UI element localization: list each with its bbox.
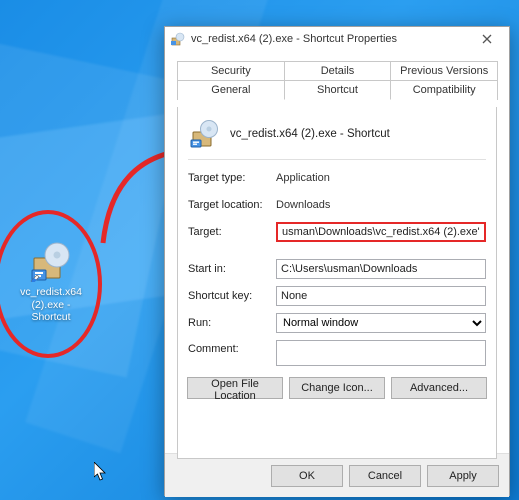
apply-button[interactable]: Apply bbox=[427, 465, 499, 487]
shortcutkey-label: Shortcut key: bbox=[188, 290, 276, 302]
target-type-value: Application bbox=[276, 172, 486, 184]
target-location-label: Target location: bbox=[188, 199, 276, 211]
installer-icon bbox=[190, 119, 220, 149]
change-icon-button[interactable]: Change Icon... bbox=[289, 377, 385, 399]
target-type-label: Target type: bbox=[188, 172, 276, 184]
target-input[interactable] bbox=[276, 222, 486, 242]
installer-icon bbox=[171, 32, 185, 46]
desktop-shortcut-icon[interactable]: vc_redist.x64 (2).exe - Shortcut bbox=[16, 240, 86, 324]
mouse-cursor-icon bbox=[94, 462, 108, 482]
comment-label: Comment: bbox=[188, 340, 276, 355]
dialog-title: vc_redist.x64 (2).exe - Shortcut Propert… bbox=[191, 33, 467, 45]
close-button[interactable] bbox=[467, 28, 507, 50]
advanced-button[interactable]: Advanced... bbox=[391, 377, 487, 399]
desktop-shortcut-label: vc_redist.x64 (2).exe - Shortcut bbox=[20, 286, 82, 323]
startin-label: Start in: bbox=[188, 263, 276, 275]
dialog-footer: OK Cancel Apply bbox=[165, 453, 509, 497]
dialog-titlebar[interactable]: vc_redist.x64 (2).exe - Shortcut Propert… bbox=[165, 27, 509, 51]
ok-button[interactable]: OK bbox=[271, 465, 343, 487]
target-label: Target: bbox=[188, 226, 276, 238]
tab-compatibility[interactable]: Compatibility bbox=[390, 80, 498, 100]
startin-input[interactable] bbox=[276, 259, 486, 279]
cancel-button[interactable]: Cancel bbox=[349, 465, 421, 487]
run-select[interactable]: Normal window bbox=[276, 313, 486, 333]
tab-details[interactable]: Details bbox=[284, 61, 392, 81]
shortcutkey-input[interactable] bbox=[276, 286, 486, 306]
tabs: Security Details Previous Versions Gener… bbox=[177, 61, 497, 101]
tab-security[interactable]: Security bbox=[177, 61, 285, 81]
comment-input[interactable] bbox=[276, 340, 486, 366]
run-label: Run: bbox=[188, 317, 276, 329]
tab-shortcut[interactable]: Shortcut bbox=[284, 80, 392, 100]
close-icon bbox=[482, 34, 492, 44]
properties-dialog: vc_redist.x64 (2).exe - Shortcut Propert… bbox=[164, 26, 510, 496]
tab-previous-versions[interactable]: Previous Versions bbox=[390, 61, 498, 81]
tab-panel-shortcut: vc_redist.x64 (2).exe - Shortcut Target … bbox=[177, 107, 497, 459]
tab-general[interactable]: General bbox=[177, 80, 285, 100]
installer-icon bbox=[30, 240, 72, 282]
shortcut-name: vc_redist.x64 (2).exe - Shortcut bbox=[230, 128, 390, 140]
open-file-location-button[interactable]: Open File Location bbox=[187, 377, 283, 399]
target-location-value: Downloads bbox=[276, 199, 486, 211]
divider bbox=[188, 159, 486, 160]
